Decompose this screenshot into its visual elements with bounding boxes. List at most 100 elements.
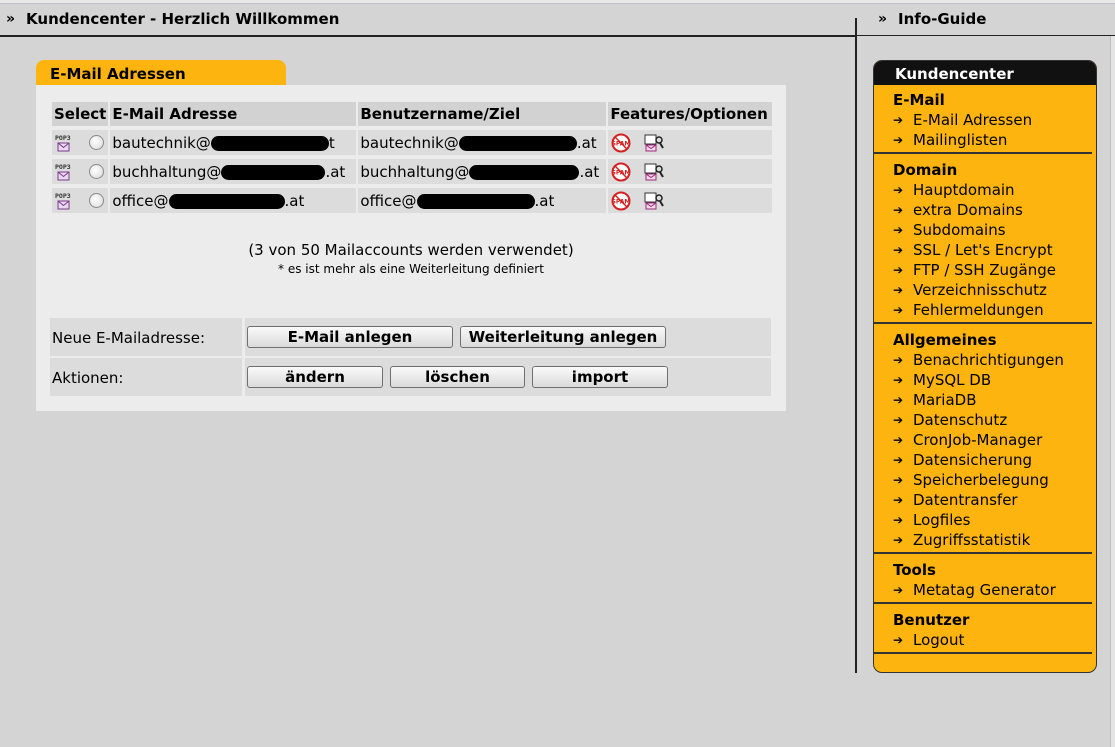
column-header-username: Benutzername/Ziel bbox=[358, 102, 607, 126]
sidebar-item-benachrichtigungen[interactable]: ➔ Benachrichtigungen bbox=[874, 350, 1096, 370]
delete-button[interactable]: löschen bbox=[390, 366, 525, 388]
sidebar-item-cronjob-manager[interactable]: ➔ CronJob-Manager bbox=[874, 430, 1096, 450]
arrow-right-icon: ➔ bbox=[893, 413, 904, 427]
sidebar-section-domain: Domain ➔ Hauptdomain ➔ extra Domains ➔ Subd… bbox=[874, 160, 1096, 320]
sidebar-item-label: E-Mail Adressen bbox=[913, 111, 1033, 129]
sidebar-item-label: Speicherbelegung bbox=[913, 471, 1049, 489]
column-header-features: Features/Optionen bbox=[608, 102, 773, 126]
create-forwarding-button[interactable]: Weiterleitung anlegen bbox=[460, 326, 666, 348]
redaction-mark bbox=[469, 164, 580, 180]
spam-filter-icon[interactable]: SPAM bbox=[610, 191, 632, 211]
select-cell: POP3 bbox=[52, 188, 109, 213]
email-table: Select E-Mail Adresse Benutzername/Ziel … bbox=[50, 98, 774, 217]
arrow-right-icon: ➔ bbox=[893, 393, 904, 407]
new-address-buttons: E-Mail anlegen Weiterleitung anlegen bbox=[245, 318, 771, 356]
sidebar-item-extra-domains[interactable]: ➔ extra Domains bbox=[874, 200, 1096, 220]
sidebar-item-fehlermeldungen[interactable]: ➔ Fehlermeldungen bbox=[874, 300, 1096, 320]
sidebar-section-allgemeines: Allgemeines ➔ Benachrichtigungen ➔ MySQL D… bbox=[874, 330, 1096, 550]
sidebar-item-label: CronJob-Manager bbox=[913, 431, 1043, 449]
sidebar-item-zugriffsstatistik[interactable]: ➔ Zugriffsstatistik bbox=[874, 530, 1096, 550]
sidebar-item-mariadb[interactable]: ➔ MariaDB bbox=[874, 390, 1096, 410]
email-cell: buchhaltung@ .at bbox=[110, 159, 357, 184]
username-cell: bautechnik@ .at bbox=[358, 130, 607, 155]
email-suffix: .at bbox=[284, 191, 305, 210]
column-header-select: Select bbox=[52, 102, 109, 126]
header-left: » Kundencenter - Herzlich Willkommen bbox=[6, 10, 339, 28]
arrow-right-icon: ➔ bbox=[893, 583, 904, 597]
svg-text:POP3: POP3 bbox=[55, 163, 71, 171]
arrow-right-icon: ➔ bbox=[893, 473, 904, 487]
info-guide-title: Info-Guide bbox=[898, 10, 987, 28]
spam-filter-icon[interactable]: SPAM bbox=[610, 133, 632, 153]
sidebar-item-mailinglisten[interactable]: ➔ Mailinglisten bbox=[874, 130, 1096, 150]
sidebar: Kundencenter E-Mail ➔ E-Mail Adressen ➔ Ma… bbox=[873, 60, 1097, 673]
sidebar-section-email: E-Mail ➔ E-Mail Adressen ➔ Mailinglisten bbox=[874, 90, 1096, 150]
sidebar-separator bbox=[874, 152, 1092, 154]
email-panel: Select E-Mail Adresse Benutzername/Ziel … bbox=[36, 85, 786, 411]
pop3-mailbox-icon: POP3 bbox=[55, 163, 71, 180]
sidebar-section-tools: Tools ➔ Metatag Generator bbox=[874, 560, 1096, 600]
redaction-mark bbox=[168, 193, 285, 209]
sidebar-item-label: FTP / SSH Zugänge bbox=[913, 261, 1057, 279]
sidebar-item-datenschutz[interactable]: ➔ Datenschutz bbox=[874, 410, 1096, 430]
mail-settings-icon[interactable] bbox=[643, 133, 665, 153]
features-cell: SPAM bbox=[608, 159, 773, 184]
sidebar-item-datensicherung[interactable]: ➔ Datensicherung bbox=[874, 450, 1096, 470]
pop3-mailbox-icon: POP3 bbox=[55, 192, 71, 209]
forwarding-note: * es ist mehr als eine Weiterleitung def… bbox=[278, 262, 544, 276]
window-edge bbox=[1110, 36, 1115, 747]
arrow-right-icon: ➔ bbox=[893, 283, 904, 297]
sidebar-item-ssl[interactable]: ➔ SSL / Let's Encrypt bbox=[874, 240, 1096, 260]
arrow-right-icon: ➔ bbox=[893, 263, 904, 277]
sidebar-item-mysql-db[interactable]: ➔ MySQL DB bbox=[874, 370, 1096, 390]
username-cell: office@ .at bbox=[358, 188, 607, 213]
sidebar-item-label: Subdomains bbox=[913, 221, 1006, 239]
sidebar-item-label: SSL / Let's Encrypt bbox=[913, 241, 1053, 259]
sidebar-item-label: Logout bbox=[913, 631, 965, 649]
sidebar-heading: Domain bbox=[893, 161, 958, 179]
create-email-button[interactable]: E-Mail anlegen bbox=[247, 326, 453, 348]
chevron-double-icon: » bbox=[878, 11, 887, 27]
mail-settings-icon[interactable] bbox=[643, 162, 665, 182]
email-prefix: bautechnik@ bbox=[112, 133, 211, 152]
sidebar-item-speicherbelegung[interactable]: ➔ Speicherbelegung bbox=[874, 470, 1096, 490]
page-title: Kundencenter - Herzlich Willkommen bbox=[26, 10, 340, 28]
sidebar-heading: Benutzer bbox=[893, 611, 970, 629]
sidebar-item-hauptdomain[interactable]: ➔ Hauptdomain bbox=[874, 180, 1096, 200]
sidebar-separator bbox=[874, 602, 1092, 604]
mail-settings-icon[interactable] bbox=[643, 191, 665, 211]
sidebar-item-email-adressen[interactable]: ➔ E-Mail Adressen bbox=[874, 110, 1096, 130]
edit-button[interactable]: ändern bbox=[247, 366, 383, 388]
header-right: » Info-Guide bbox=[878, 10, 986, 28]
sidebar-item-label: Logfiles bbox=[913, 511, 971, 529]
sidebar-item-label: Benachrichtigungen bbox=[913, 351, 1064, 369]
sidebar-heading: Allgemeines bbox=[893, 331, 997, 349]
sidebar-item-subdomains[interactable]: ➔ Subdomains bbox=[874, 220, 1096, 240]
features-cell: SPAM bbox=[608, 188, 773, 213]
sidebar-item-datentransfer[interactable]: ➔ Datentransfer bbox=[874, 490, 1096, 510]
sidebar-item-label: Metatag Generator bbox=[913, 581, 1056, 599]
row-select-radio[interactable] bbox=[88, 135, 104, 150]
sidebar-item-label: MariaDB bbox=[913, 391, 977, 409]
spam-filter-icon[interactable]: SPAM bbox=[610, 162, 632, 182]
arrow-right-icon: ➔ bbox=[893, 183, 904, 197]
arrow-right-icon: ➔ bbox=[893, 533, 904, 547]
svg-text:POP3: POP3 bbox=[55, 134, 71, 142]
username-suffix: .at bbox=[576, 133, 597, 152]
sidebar-item-logout[interactable]: ➔ Logout bbox=[874, 630, 1096, 650]
sidebar-item-label: Verzeichnisschutz bbox=[913, 281, 1047, 299]
sidebar-item-metatag-generator[interactable]: ➔ Metatag Generator bbox=[874, 580, 1096, 600]
sidebar-separator bbox=[874, 322, 1092, 324]
sidebar-item-ftp-ssh[interactable]: ➔ FTP / SSH Zugänge bbox=[874, 260, 1096, 280]
features-cell: SPAM bbox=[608, 130, 773, 155]
import-button[interactable]: import bbox=[532, 366, 668, 388]
actions-label: Aktionen: bbox=[50, 358, 242, 396]
sidebar-item-logfiles[interactable]: ➔ Logfiles bbox=[874, 510, 1096, 530]
row-select-radio[interactable] bbox=[88, 193, 104, 208]
redaction-mark bbox=[416, 193, 535, 209]
sidebar-item-verzeichnisschutz[interactable]: ➔ Verzeichnisschutz bbox=[874, 280, 1096, 300]
row-select-radio[interactable] bbox=[88, 164, 104, 179]
header-divider bbox=[0, 35, 856, 37]
arrow-right-icon: ➔ bbox=[893, 303, 904, 317]
arrow-right-icon: ➔ bbox=[893, 113, 904, 127]
